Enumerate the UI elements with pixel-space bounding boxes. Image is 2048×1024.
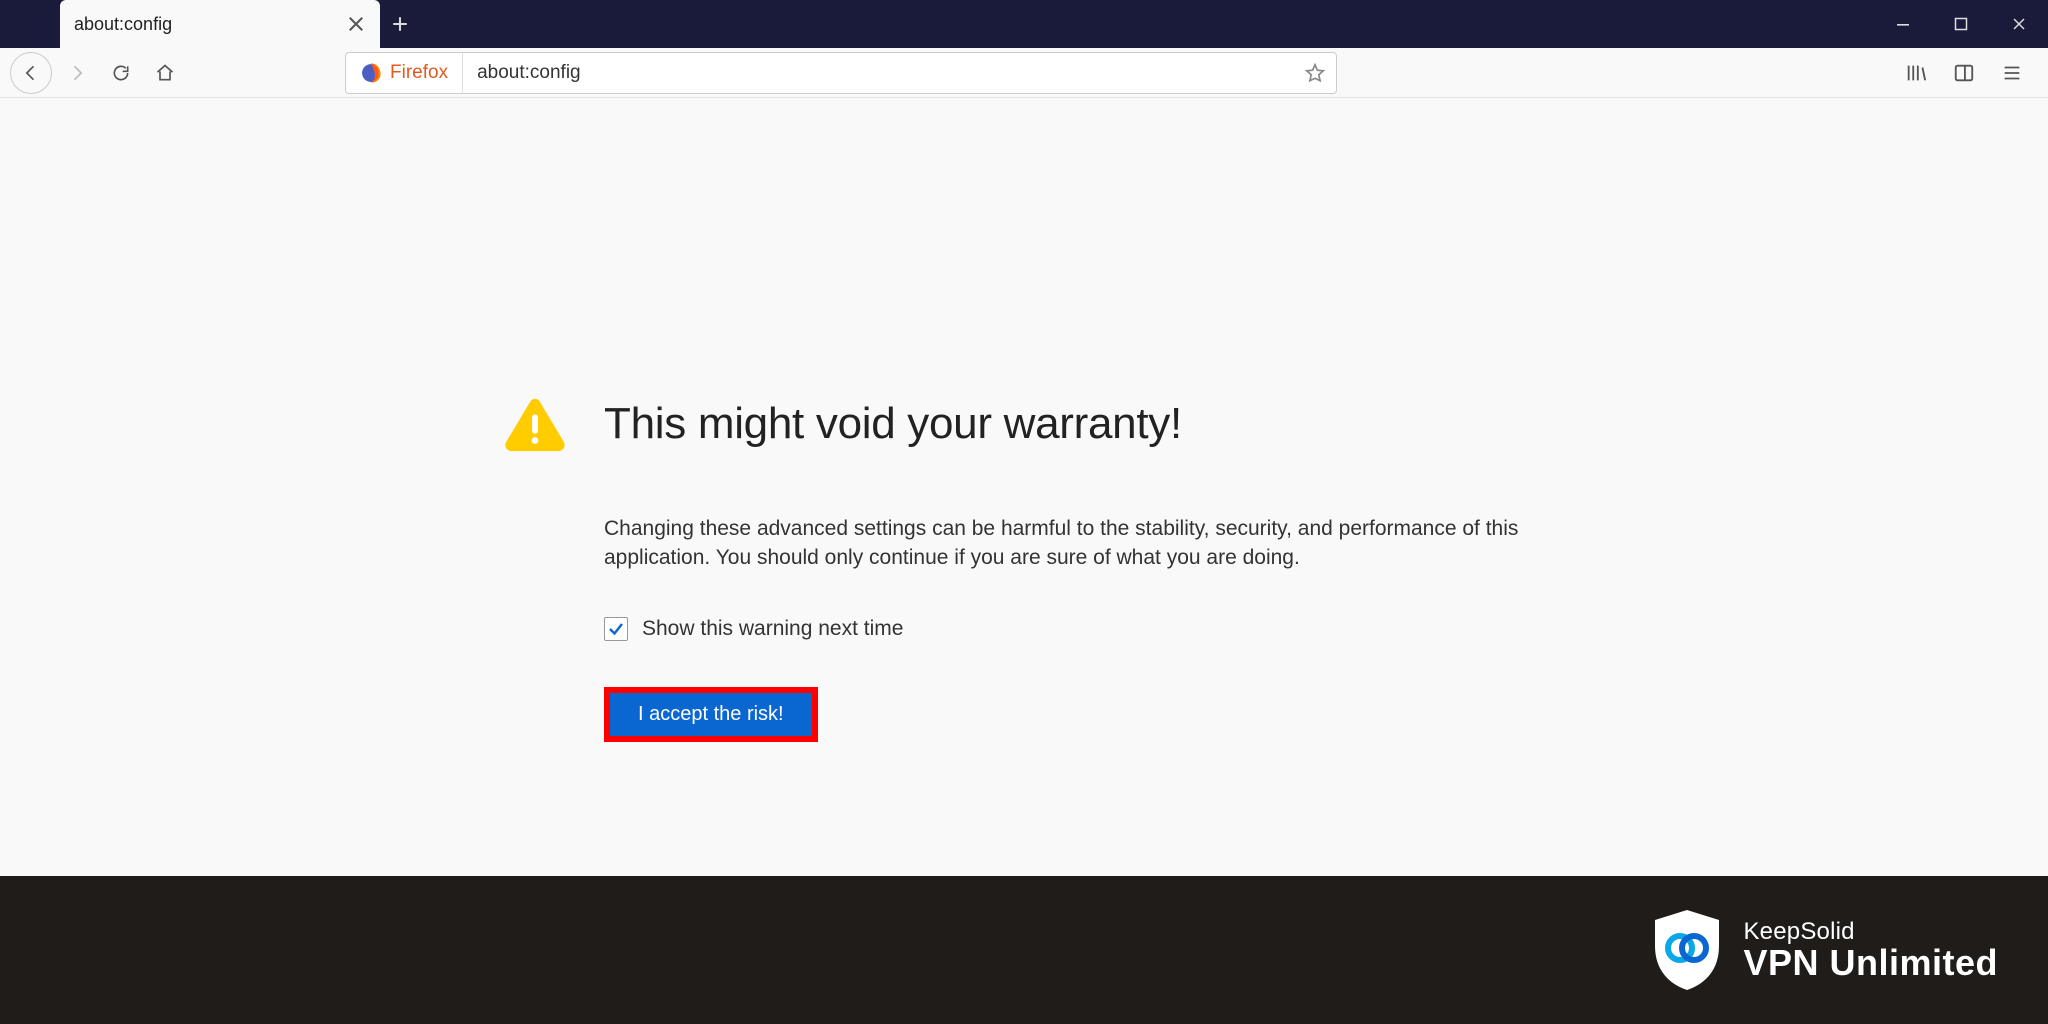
footer-brand: KeepSolid VPN Unlimited	[1743, 919, 1998, 982]
accept-risk-button[interactable]: I accept the risk!	[610, 693, 812, 736]
tab-title: about:config	[74, 14, 334, 35]
tab-strip: about:config	[0, 0, 420, 48]
library-icon[interactable]	[1896, 53, 1936, 93]
maximize-button[interactable]	[1932, 0, 1990, 48]
vpn-shield-icon	[1651, 908, 1723, 992]
page-content: This might void your warranty! Changing …	[0, 98, 2048, 878]
bookmark-star-icon[interactable]	[1294, 62, 1336, 84]
identity-label: Firefox	[390, 62, 448, 84]
checkbox-label: Show this warning next time	[642, 617, 903, 641]
menu-icon[interactable]	[1992, 53, 2032, 93]
brand-bottom: VPN Unlimited	[1743, 944, 1998, 982]
identity-box[interactable]: Firefox	[346, 53, 463, 93]
warning-body: Changing these advanced settings can be …	[604, 514, 1544, 573]
show-warning-checkbox-row[interactable]: Show this warning next time	[604, 617, 1544, 641]
url-text[interactable]: about:config	[463, 62, 1294, 84]
brand-top: KeepSolid	[1743, 919, 1998, 944]
browser-toolbar: Firefox about:config	[0, 48, 2048, 98]
url-bar[interactable]: Firefox about:config	[345, 52, 1337, 94]
window-controls	[1874, 0, 2048, 48]
close-tab-icon[interactable]	[346, 14, 366, 34]
accept-button-highlight: I accept the risk!	[604, 687, 818, 742]
forward-button	[58, 54, 96, 92]
footer-banner: KeepSolid VPN Unlimited	[0, 876, 2048, 1024]
warning-title: This might void your warranty!	[604, 399, 1182, 449]
checkbox[interactable]	[604, 617, 628, 641]
back-button[interactable]	[10, 52, 52, 94]
firefox-icon	[360, 62, 382, 84]
home-button[interactable]	[146, 54, 184, 92]
reload-button[interactable]	[102, 54, 140, 92]
close-window-button[interactable]	[1990, 0, 2048, 48]
browser-tab[interactable]: about:config	[60, 0, 380, 48]
warning-icon	[504, 396, 566, 452]
sidebar-icon[interactable]	[1944, 53, 1984, 93]
new-tab-button[interactable]	[380, 0, 420, 48]
minimize-button[interactable]	[1874, 0, 1932, 48]
window-titlebar: about:config	[0, 0, 2048, 48]
